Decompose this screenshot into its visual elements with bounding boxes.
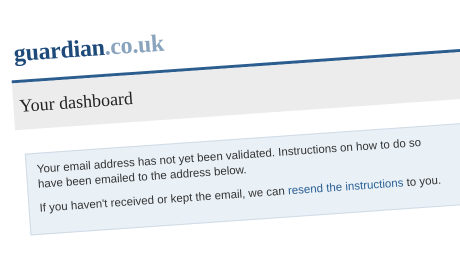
- logo-brand: guardian: [12, 34, 106, 68]
- notice-line-3-suffix: to you.: [403, 174, 442, 190]
- page-title: Your dashboard: [18, 87, 134, 116]
- page-view: guardian.co.uk Your dashboard Your email…: [0, 0, 460, 275]
- resend-instructions-link[interactable]: resend the instructions: [288, 177, 404, 197]
- validation-notice: Your email address has not yet been vali…: [24, 120, 460, 236]
- site-logo[interactable]: guardian.co.uk: [13, 31, 165, 68]
- logo-domain: .co.uk: [103, 30, 165, 61]
